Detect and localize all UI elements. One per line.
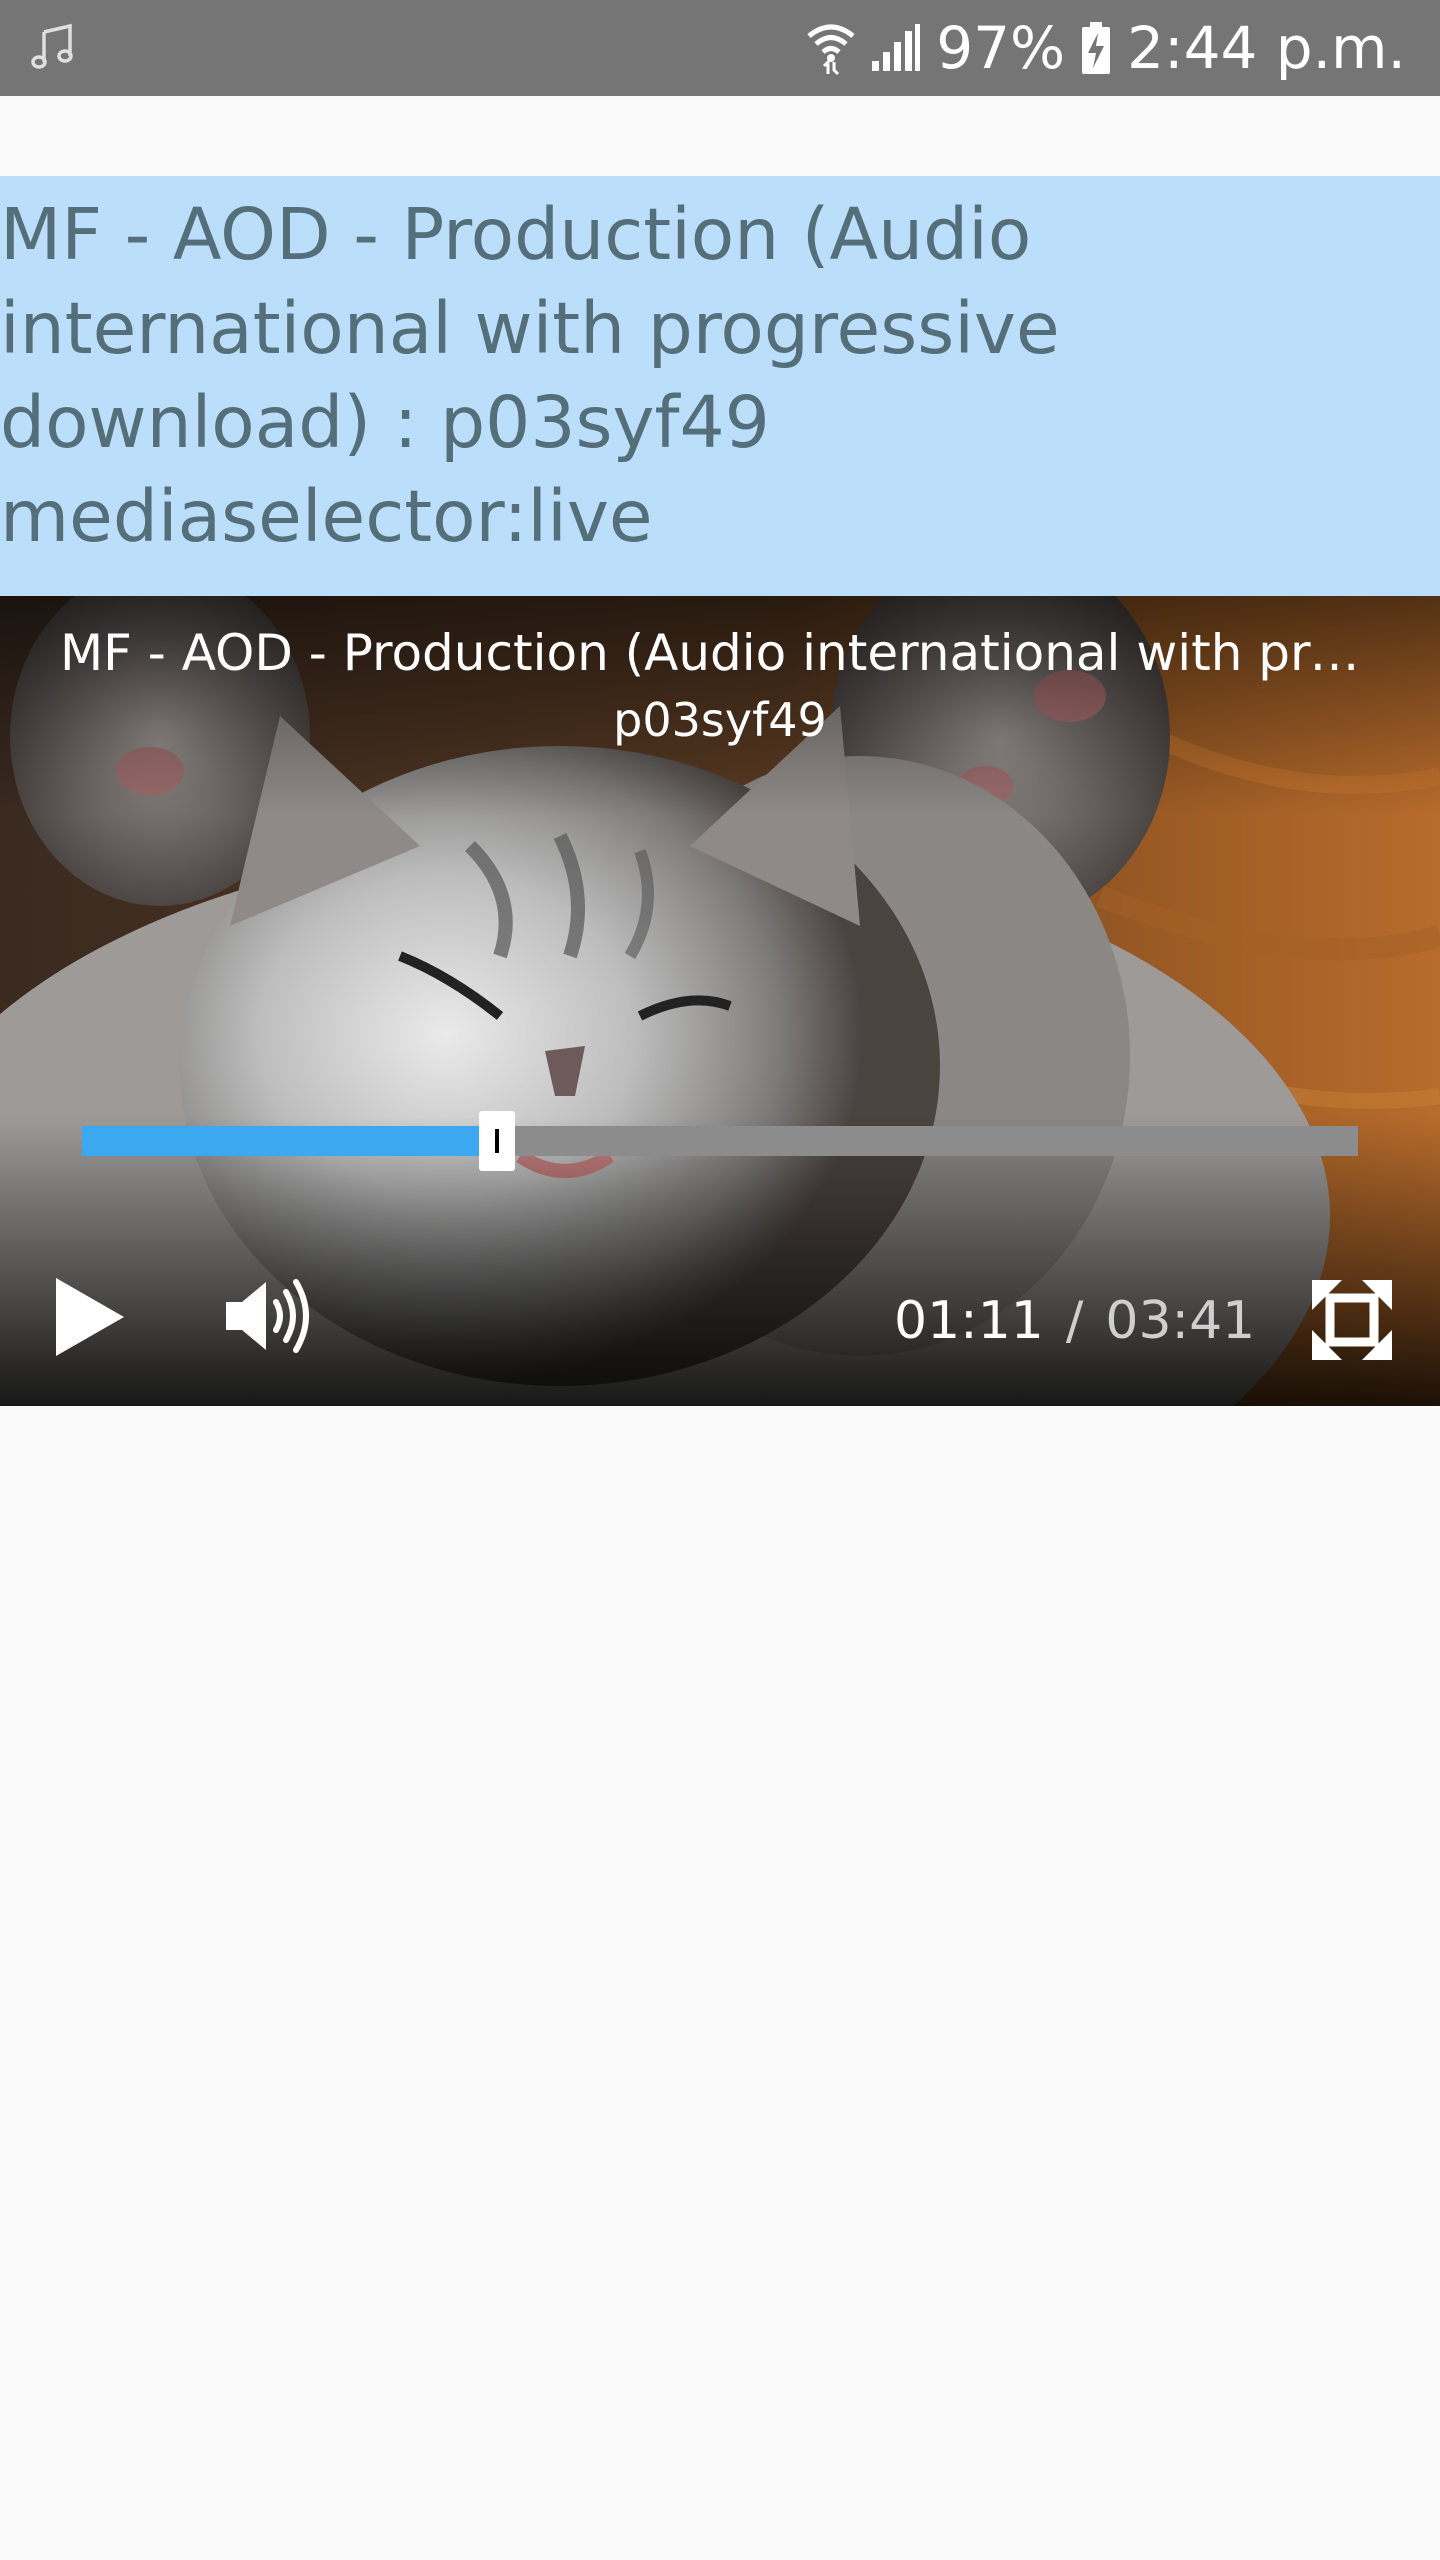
cell-signal-icon: [872, 24, 921, 71]
progress-bar[interactable]: [82, 1111, 1358, 1171]
current-time: 01:11: [894, 1291, 1044, 1351]
media-player[interactable]: MF - AOD - Production (Audio internation…: [0, 596, 1440, 1406]
progress-bar-fill: [82, 1126, 497, 1156]
time-display: 01:11 / 03:41: [894, 1286, 1255, 1356]
music-note-icon: [31, 23, 73, 69]
battery-percentage: 97%: [936, 14, 1066, 82]
battery-charging-icon: [1082, 22, 1111, 74]
status-bar: 97% 2:44 p.m.: [0, 0, 1440, 96]
player-subtitle: p03syf49: [613, 693, 827, 747]
play-icon[interactable]: [50, 1272, 130, 1362]
page-title-banner: MF - AOD - Production (Audio internation…: [0, 176, 1440, 596]
status-clock: 2:44 p.m.: [1127, 14, 1406, 82]
volume-icon[interactable]: [222, 1276, 314, 1356]
page-title: MF - AOD - Production (Audio internation…: [0, 193, 1060, 558]
wifi-icon: [807, 24, 855, 76]
progress-bar-handle[interactable]: [478, 1111, 515, 1171]
time-separator: /: [1065, 1291, 1084, 1351]
total-time: 03:41: [1105, 1291, 1256, 1351]
player-title: MF - AOD - Production (Audio internation…: [60, 624, 1380, 682]
fullscreen-icon[interactable]: [1310, 1278, 1394, 1362]
